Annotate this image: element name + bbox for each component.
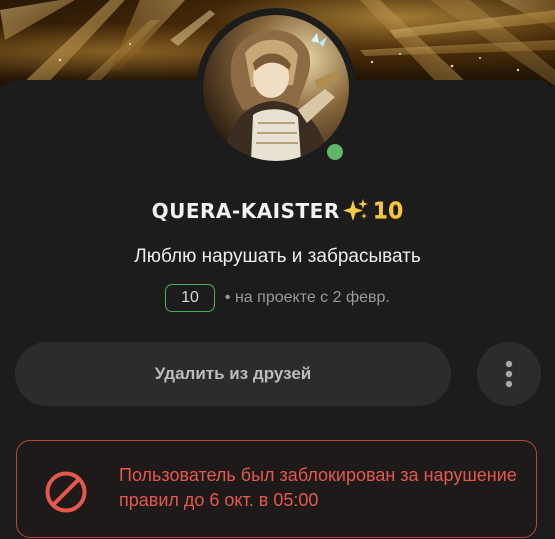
anime-avatar-image	[203, 15, 349, 161]
ban-notice-text: Пользователь был заблокирован за нарушен…	[119, 465, 517, 510]
block-icon	[45, 471, 87, 513]
level-badge: 10	[372, 198, 404, 224]
ban-notice: Пользователь был заблокирован за нарушен…	[16, 440, 537, 538]
remove-friend-button[interactable]: Удалить из друзей	[15, 342, 451, 406]
more-options-button[interactable]	[477, 342, 541, 406]
profile-screen: QUERA-KAISTER 10 Люблю нарушать и забрас…	[0, 0, 555, 539]
sparkles-icon	[342, 199, 368, 221]
profile-meta-row: 10 • на проекте с 2 февр.	[0, 284, 555, 312]
online-status-indicator	[322, 139, 348, 165]
avatar[interactable]	[203, 15, 349, 161]
profile-bio: Люблю нарушать и забрасывать	[134, 246, 421, 267]
username: QUERA-KAISTER	[151, 199, 340, 223]
member-since: • на проекте с 2 февр.	[224, 289, 390, 306]
profile-name-row: QUERA-KAISTER 10	[0, 198, 555, 224]
level-chip[interactable]: 10	[165, 284, 215, 312]
vertical-dots-icon	[505, 360, 513, 388]
